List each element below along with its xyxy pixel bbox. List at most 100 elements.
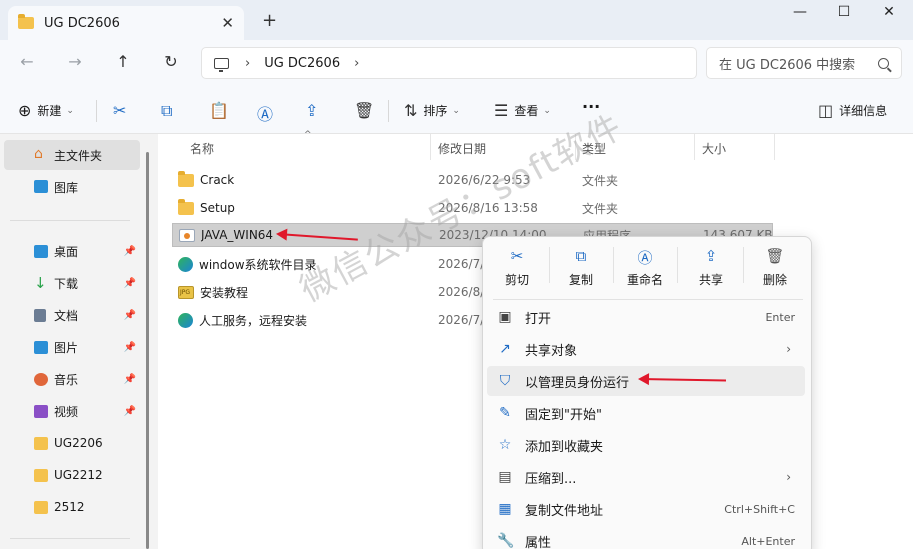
column-header-modified[interactable]: 修改日期 xyxy=(438,140,486,157)
minimize-button[interactable]: — xyxy=(785,4,815,20)
new-tab-button[interactable]: + xyxy=(262,10,277,31)
edge-shortcut-icon xyxy=(178,256,193,272)
navigation-pane: ⌂ 主文件夹 图库 桌面 📌 ↓ 下载 📌 文档 📌 图片 📌 音乐 📌 视频 … xyxy=(0,134,148,549)
column-header-name[interactable]: 名称 xyxy=(190,140,214,157)
file-row-crack[interactable]: Crack 2026/6/22 9:53 文件夹 xyxy=(172,168,772,192)
column-header-type[interactable]: 类型 xyxy=(582,140,606,157)
navigation-bar: ← → ↑ ↻ › UG DC2606 › 在 UG DC2606 中搜索 xyxy=(0,40,913,86)
share-button[interactable]: ⇪ xyxy=(305,101,324,120)
pin-icon[interactable]: 📌 xyxy=(124,374,136,385)
folder-icon xyxy=(34,501,48,514)
context-cut-button[interactable]: ✂ 剪切 xyxy=(487,243,547,289)
sidebar-item-label: 图库 xyxy=(54,180,79,195)
search-placeholder: 在 UG DC2606 中搜索 xyxy=(719,57,856,73)
menu-item-label: 压缩到... xyxy=(525,471,577,487)
maximize-button[interactable]: ☐ xyxy=(829,4,859,20)
address-bar[interactable]: › UG DC2606 › xyxy=(201,47,697,79)
pin-icon[interactable]: 📌 xyxy=(124,278,136,289)
menu-item-open[interactable]: ▣ 打开 Enter xyxy=(487,302,805,332)
copy-path-icon: ▦ xyxy=(498,501,512,517)
menu-shortcut: Alt+Enter xyxy=(741,534,795,548)
forward-arrow-icon[interactable]: → xyxy=(64,52,86,71)
sidebar-item-label: 主文件夹 xyxy=(54,148,103,163)
breadcrumb-ug-dc2606[interactable]: UG DC2606 xyxy=(264,56,340,71)
chevron-right-icon[interactable]: › xyxy=(354,56,359,71)
sidebar-item-label: UG2212 xyxy=(54,468,103,482)
file-row-setup[interactable]: Setup 2026/8/16 13:58 文件夹 xyxy=(172,196,772,220)
sidebar-item-desktop[interactable]: 桌面 📌 xyxy=(4,236,140,266)
folder-icon xyxy=(18,14,34,29)
sort-label: 排序 xyxy=(423,104,448,118)
file-date: 2026/7/ xyxy=(438,257,485,271)
file-date: 2026/8/16 13:58 xyxy=(438,201,538,215)
file-date: 2026/7/ xyxy=(438,313,485,327)
context-copy-button[interactable]: ⧉ 复制 xyxy=(551,243,611,289)
menu-item-label: 复制文件地址 xyxy=(525,503,604,519)
sidebar-item-label: 桌面 xyxy=(54,244,79,259)
up-arrow-icon[interactable]: ↑ xyxy=(112,52,134,71)
context-share-button[interactable]: ⇪ 共享 xyxy=(681,243,741,289)
sort-button[interactable]: ⇅ 排序 ⌄ xyxy=(404,101,460,120)
file-type: 文件夹 xyxy=(582,201,619,216)
menu-item-properties[interactable]: 🔧 属性 Alt+Enter xyxy=(487,526,805,549)
sidebar-item-ug2206[interactable]: UG2206 xyxy=(4,428,140,458)
menu-item-share-with[interactable]: ↗ 共享对象 › xyxy=(487,334,805,364)
folder-icon xyxy=(178,198,194,215)
delete-button[interactable]: 🗑 xyxy=(354,101,380,120)
new-button[interactable]: ⊕ 新建 ⌄ xyxy=(18,101,74,120)
chevron-down-icon: ⌄ xyxy=(543,105,551,116)
more-options-button[interactable]: ··· xyxy=(582,97,600,116)
rename-button[interactable]: Ⓐ xyxy=(257,101,279,125)
menu-shortcut: Enter xyxy=(765,310,795,324)
sidebar-item-label: 2512 xyxy=(54,500,85,514)
sidebar-item-music[interactable]: 音乐 📌 xyxy=(4,364,140,394)
close-window-button[interactable]: ✕ xyxy=(874,4,904,20)
context-delete-button[interactable]: 🗑 删除 xyxy=(745,243,805,289)
file-type: 文件夹 xyxy=(582,173,619,188)
search-input[interactable]: 在 UG DC2606 中搜索 xyxy=(706,47,902,79)
view-button[interactable]: ☰ 查看 ⌄ xyxy=(494,101,551,120)
sidebar-item-gallery[interactable]: 图库 xyxy=(4,172,140,202)
sidebar-item-2512[interactable]: 2512 xyxy=(4,492,140,522)
sidebar-item-documents[interactable]: 文档 📌 xyxy=(4,300,140,330)
menu-item-add-favorites[interactable]: ☆ 添加到收藏夹 xyxy=(487,430,805,460)
gallery-icon xyxy=(34,180,48,193)
pin-icon[interactable]: 📌 xyxy=(124,406,136,417)
chevron-right-icon[interactable]: › xyxy=(245,56,250,71)
file-name: 人工服务，远程安装 xyxy=(199,313,308,328)
folder-icon xyxy=(178,170,194,187)
menu-item-compress[interactable]: ▤ 压缩到... › xyxy=(487,462,805,492)
context-rename-button[interactable]: Ⓐ 重命名 xyxy=(615,243,675,289)
trash-icon: 🗑 xyxy=(354,101,375,120)
sidebar-item-pictures[interactable]: 图片 📌 xyxy=(4,332,140,362)
menu-item-pin-to-start[interactable]: ✎ 固定到"开始" xyxy=(487,398,805,428)
pin-icon[interactable]: 📌 xyxy=(124,246,136,257)
pin-icon[interactable]: 📌 xyxy=(124,342,136,353)
back-arrow-icon[interactable]: ← xyxy=(16,52,38,71)
menu-item-copy-path[interactable]: ▦ 复制文件地址 Ctrl+Shift+C xyxy=(487,494,805,524)
tab-ug-dc2606[interactable]: UG DC2606 ✕ xyxy=(8,6,244,40)
refresh-icon[interactable]: ↻ xyxy=(160,52,182,71)
context-menu: ✂ 剪切 ⧉ 复制 Ⓐ 重命名 ⇪ 共享 🗑 删除 ▣ 打开 Enter ↗ 共… xyxy=(482,236,812,549)
copy-button[interactable]: ⧉ xyxy=(161,101,178,121)
paste-icon: 📋 xyxy=(209,101,229,120)
sort-icon: ⇅ xyxy=(404,101,418,120)
sidebar-item-videos[interactable]: 视频 📌 xyxy=(4,396,140,426)
chevron-right-icon: › xyxy=(786,342,791,356)
sidebar-item-ug2212[interactable]: UG2212 xyxy=(4,460,140,490)
sidebar-scrollbar[interactable] xyxy=(146,152,149,549)
menu-item-label: 添加到收藏夹 xyxy=(525,439,604,455)
menu-item-label: 固定到"开始" xyxy=(525,407,602,423)
column-header-size[interactable]: 大小 xyxy=(702,140,726,157)
paste-button[interactable]: 📋 xyxy=(209,101,235,120)
sidebar-item-home[interactable]: ⌂ 主文件夹 xyxy=(4,140,140,170)
details-pane-button[interactable]: ◫ 详细信息 xyxy=(818,101,887,120)
pin-icon[interactable]: 📌 xyxy=(124,310,136,321)
sidebar-item-label: UG2206 xyxy=(54,436,103,450)
open-icon: ▣ xyxy=(498,309,512,325)
cut-button[interactable]: ✂ xyxy=(113,101,132,120)
context-quick-actions: ✂ 剪切 ⧉ 复制 Ⓐ 重命名 ⇪ 共享 🗑 删除 xyxy=(483,237,813,295)
title-bar: UG DC2606 ✕ + — ☐ ✕ xyxy=(0,0,913,40)
sidebar-item-downloads[interactable]: ↓ 下载 📌 xyxy=(4,268,140,298)
tab-close-icon[interactable]: ✕ xyxy=(221,14,234,32)
